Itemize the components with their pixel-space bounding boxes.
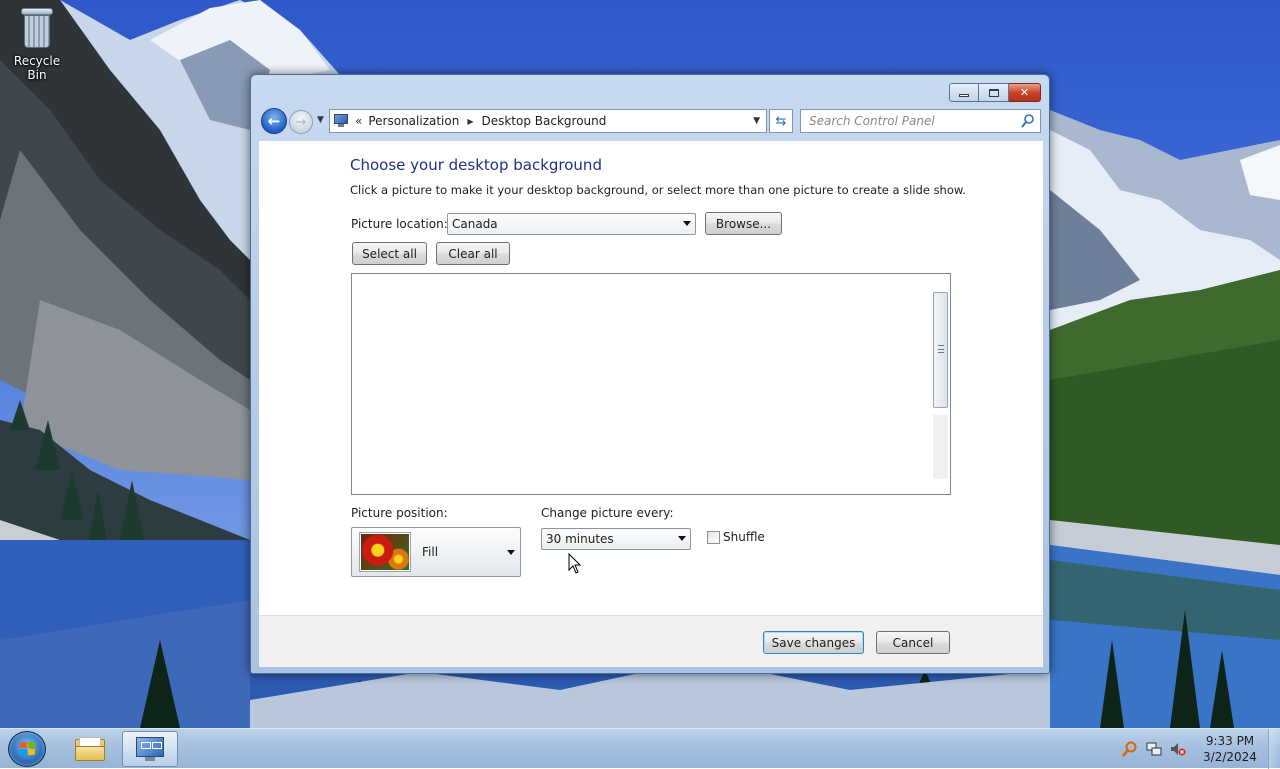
refresh-icon: ⇆ xyxy=(775,113,787,129)
breadcrumb-personalization[interactable]: Personalization xyxy=(368,114,459,128)
clear-all-button[interactable]: Clear all xyxy=(436,242,510,265)
control-panel-icon xyxy=(333,114,349,128)
system-clock[interactable]: 9:33 PM 3/2/2024 xyxy=(1198,733,1262,765)
search-icon[interactable] xyxy=(1021,113,1035,129)
maximize-button[interactable] xyxy=(979,83,1009,102)
chevron-down-icon xyxy=(683,221,691,226)
search-box xyxy=(800,109,1041,133)
desktop-icon-recycle-bin[interactable]: Recycle Bin xyxy=(4,6,70,82)
chevron-down-icon xyxy=(507,550,515,555)
minimize-icon xyxy=(959,93,969,97)
shuffle-label[interactable]: Shuffle xyxy=(723,530,765,544)
page-title: Choose your desktop background xyxy=(350,156,602,174)
picture-position-label: Picture position: xyxy=(351,506,448,520)
network-icon[interactable] xyxy=(1146,741,1162,757)
show-desktop-button[interactable] xyxy=(1268,729,1280,769)
window-controls: ✕ xyxy=(949,83,1041,102)
mouse-pointer-icon xyxy=(568,553,582,574)
select-all-button[interactable]: Select all xyxy=(352,242,427,265)
close-button[interactable]: ✕ xyxy=(1009,83,1041,102)
address-bar[interactable]: « Personalization ▶ Desktop Background ▼ xyxy=(329,109,767,133)
back-arrow-icon: ← xyxy=(267,112,281,130)
desktop-background-window: ✕ ← → ▼ « Personalization ▶ Desktop Back… xyxy=(250,74,1050,674)
breadcrumb-overflow[interactable]: « xyxy=(355,114,362,128)
minimize-button[interactable] xyxy=(949,83,979,102)
picture-location-value: Canada xyxy=(452,217,498,231)
recent-pages-dropdown[interactable]: ▼ xyxy=(317,115,324,125)
maximize-icon xyxy=(988,88,999,97)
picture-location-select[interactable]: Canada xyxy=(447,213,696,235)
forward-arrow-icon: → xyxy=(295,114,307,130)
change-picture-interval-value: 30 minutes xyxy=(546,532,614,546)
scrollbar-thumb[interactable] xyxy=(933,292,948,408)
picture-gallery[interactable] xyxy=(351,273,951,495)
chevron-down-icon xyxy=(678,536,686,541)
forward-button[interactable]: → xyxy=(289,110,313,134)
taskbar-windows-explorer[interactable] xyxy=(62,731,118,767)
dialog-footer: Save changes Cancel xyxy=(259,615,1043,667)
clock-date: 3/2/2024 xyxy=(1203,750,1257,764)
desktop-icon-label: Recycle Bin xyxy=(13,54,61,82)
breadcrumb-desktop-background[interactable]: Desktop Background xyxy=(481,114,606,128)
breadcrumb-separator-icon[interactable]: ▶ xyxy=(467,117,473,126)
search-input[interactable] xyxy=(807,111,1017,131)
navigation-bar: ← → ▼ « Personalization ▶ Desktop Backgr… xyxy=(259,107,1043,135)
start-button[interactable] xyxy=(8,731,46,767)
address-dropdown-icon[interactable]: ▼ xyxy=(753,116,760,126)
taskbar: 9:33 PM 3/2/2024 xyxy=(0,728,1280,769)
browse-button[interactable]: Browse... xyxy=(705,212,782,235)
folder-icon xyxy=(75,737,105,761)
clock-time: 9:33 PM xyxy=(1205,734,1255,748)
flower-thumbnail-icon xyxy=(360,533,410,571)
main-content: Choose your desktop background Click a p… xyxy=(259,141,1043,615)
control-panel-icon xyxy=(135,736,165,762)
shuffle-checkbox[interactable] xyxy=(707,531,720,544)
picture-position-value: Fill xyxy=(422,545,439,559)
refresh-button[interactable]: ⇆ xyxy=(769,109,793,133)
windows-logo-icon xyxy=(20,742,36,757)
picture-location-label: Picture location: xyxy=(351,217,448,231)
change-picture-label: Change picture every: xyxy=(541,506,674,520)
back-button[interactable]: ← xyxy=(261,108,287,134)
gallery-scrollbar[interactable] xyxy=(932,275,949,493)
cancel-button[interactable]: Cancel xyxy=(876,631,950,654)
change-picture-interval-select[interactable]: 30 minutes xyxy=(541,528,691,550)
recycle-bin-icon xyxy=(20,6,54,50)
grip-icon xyxy=(938,345,944,353)
taskbar-control-panel[interactable] xyxy=(122,731,178,767)
close-icon: ✕ xyxy=(1019,86,1030,99)
picture-position-select[interactable]: Fill xyxy=(351,527,521,577)
page-description: Click a picture to make it your desktop … xyxy=(350,183,966,197)
scrollbar-track[interactable] xyxy=(933,415,948,479)
volume-muted-icon[interactable] xyxy=(1170,741,1186,757)
save-changes-button[interactable]: Save changes xyxy=(763,631,864,654)
action-center-icon[interactable] xyxy=(1122,741,1138,757)
